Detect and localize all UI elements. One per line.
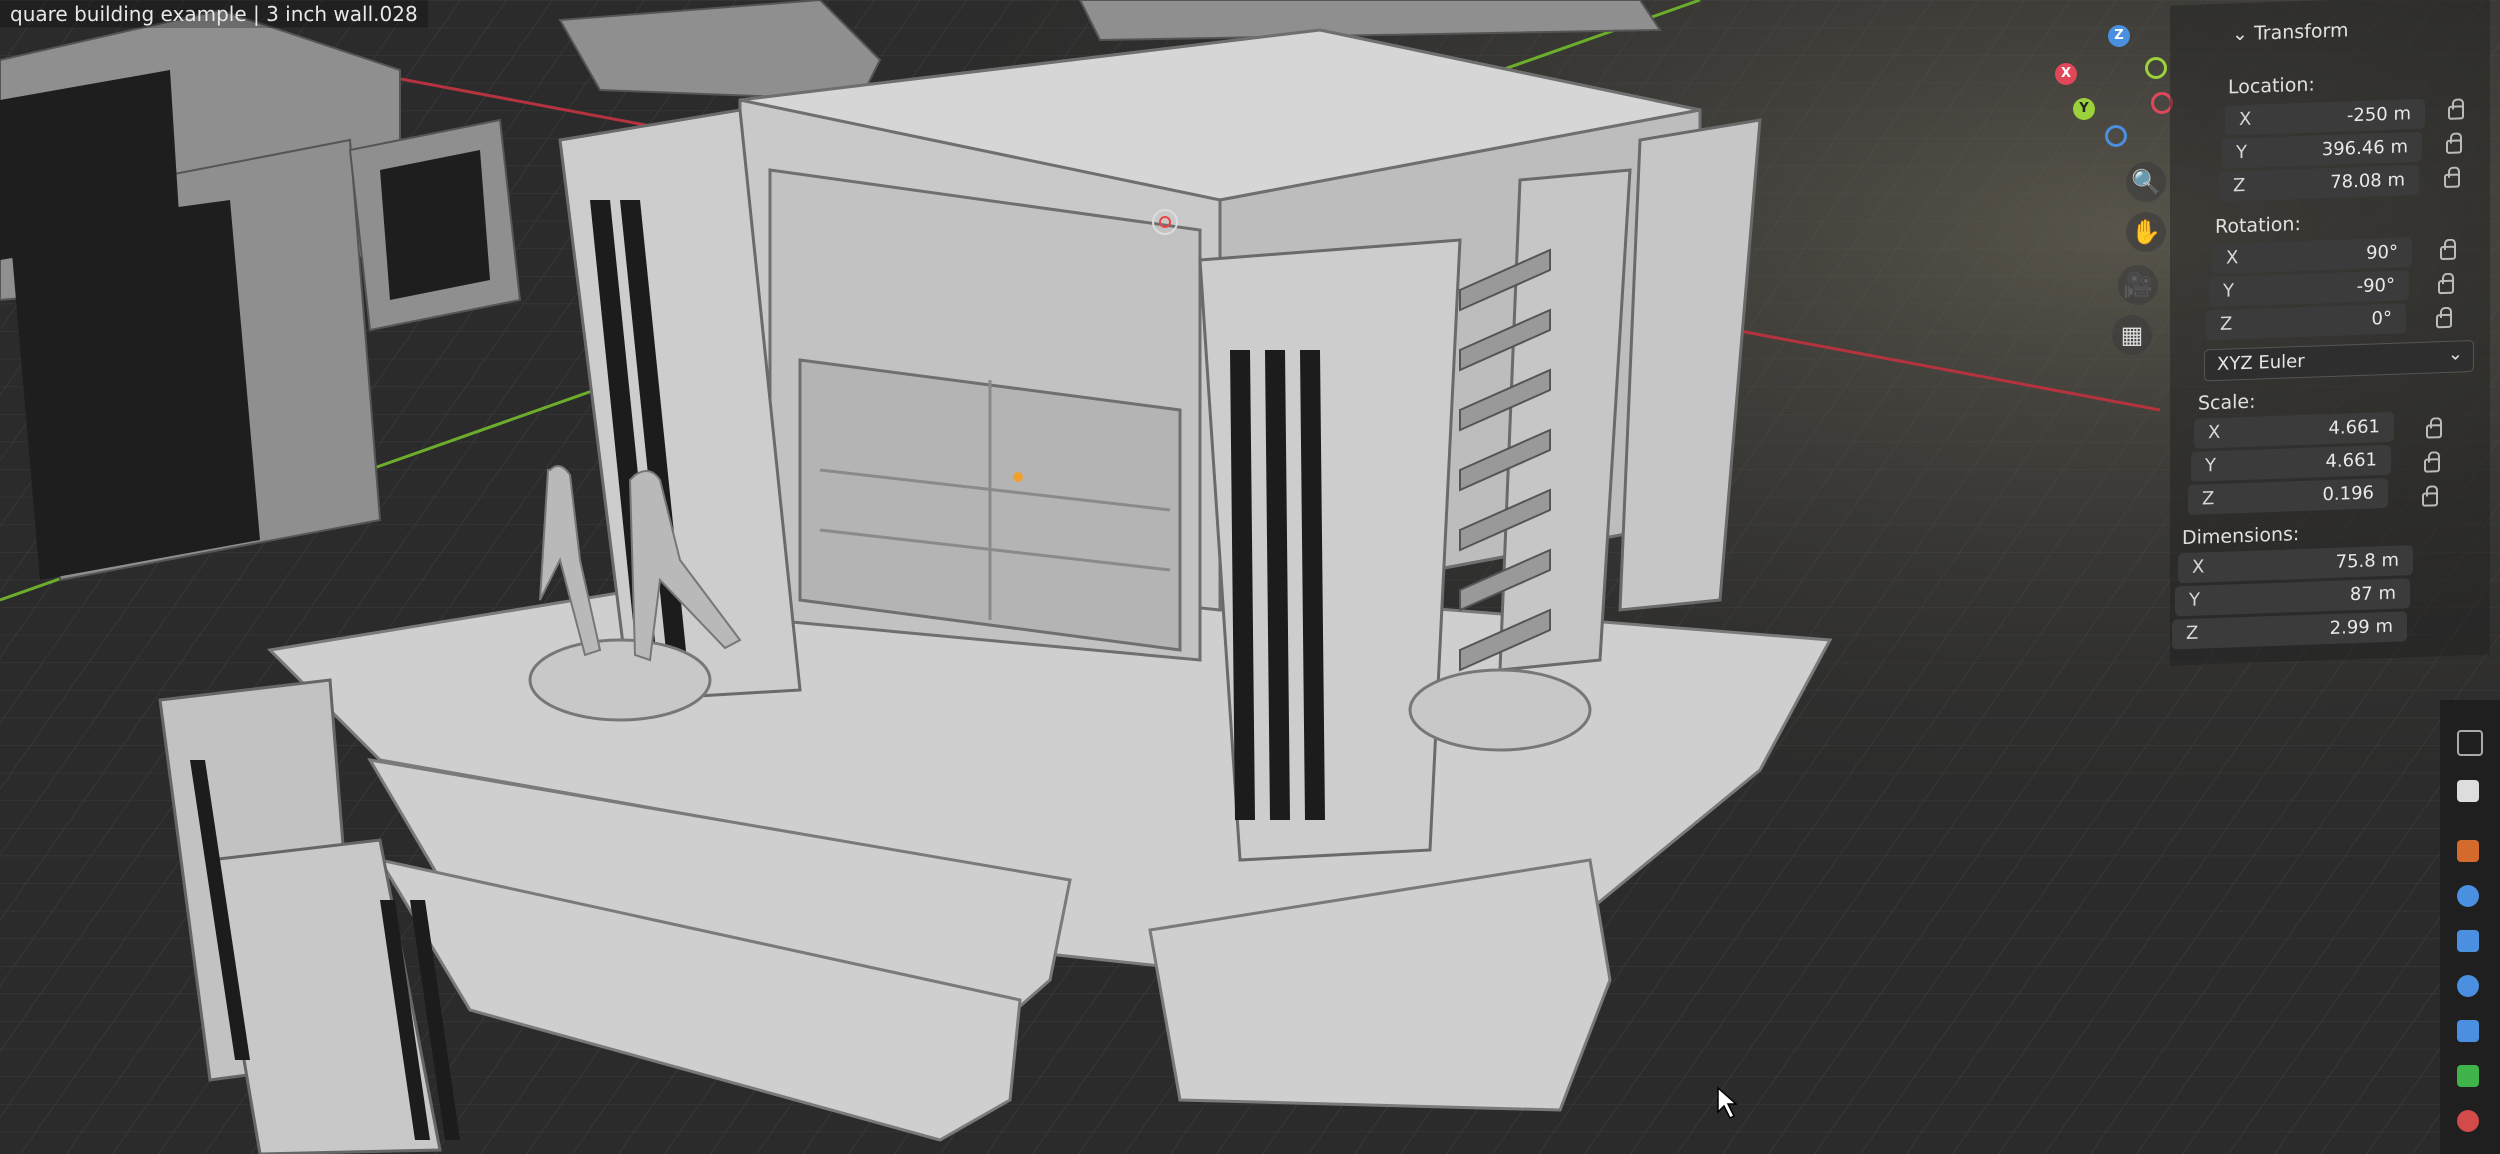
grid-view-icon[interactable]: ▦ [2112, 315, 2152, 355]
zoom-icon[interactable]: 🔍 [2126, 162, 2166, 202]
gizmo-z-axis[interactable]: Z [2108, 25, 2130, 47]
scale-label: Scale: [2198, 390, 2256, 415]
viewport-scene [0, 0, 2500, 1154]
object-icon[interactable] [2457, 840, 2479, 862]
physics-icon[interactable] [2457, 975, 2479, 997]
particles-icon[interactable] [2457, 930, 2479, 952]
rotation-mode-dropdown[interactable]: XYZ Euler ⌄ [2204, 339, 2474, 382]
rotation-x-field[interactable]: X 90° [2212, 237, 2412, 275]
lock-icon[interactable] [2426, 424, 2442, 439]
3d-viewport[interactable]: quare building example | 3 inch wall.028… [0, 0, 2500, 1154]
gizmo-x-axis[interactable]: X [2055, 63, 2077, 85]
lock-icon[interactable] [2438, 279, 2454, 295]
lock-icon[interactable] [2446, 139, 2462, 154]
lock-icon[interactable] [2448, 105, 2464, 120]
transform-header[interactable]: ⌄ Transform [2232, 19, 2348, 45]
location-z-field[interactable]: Z 78.08 m [2219, 164, 2419, 202]
lock-icon[interactable] [2436, 313, 2452, 329]
constraints-icon[interactable] [2457, 1020, 2479, 1042]
dimensions-z-field[interactable]: Z 2.99 m [2172, 611, 2407, 650]
scale-x-field[interactable]: X 4.661 [2194, 411, 2394, 449]
viewport-object-title: quare building example | 3 inch wall.028 [0, 0, 428, 28]
hand-pan-icon[interactable]: ✋ [2126, 212, 2166, 252]
transform-panel: ⌄ Transform Location: X -250 m Y 396.46 m … [2170, 0, 2490, 666]
material-icon[interactable] [2457, 1110, 2479, 1132]
rotation-y-field[interactable]: Y -90° [2209, 270, 2409, 308]
gizmo-neg-z-axis[interactable] [2105, 125, 2127, 147]
properties-tab-bar [2440, 700, 2500, 1154]
rotation-z-field[interactable]: Z 0° [2206, 303, 2406, 341]
lock-icon[interactable] [2424, 458, 2440, 473]
chevron-down-icon: ⌄ [2447, 343, 2463, 365]
lock-icon[interactable] [2444, 173, 2460, 189]
camera-icon[interactable]: 🎥 [2118, 265, 2158, 305]
dimensions-y-field[interactable]: Y 87 m [2175, 578, 2410, 617]
gizmo-neg-y-axis[interactable] [2145, 57, 2167, 79]
rotation-label: Rotation: [2215, 213, 2301, 239]
render-icon[interactable] [2457, 780, 2479, 802]
location-x-field[interactable]: X -250 m [2225, 98, 2425, 136]
modifier-wrench-icon[interactable] [2457, 885, 2479, 907]
navigation-gizmo[interactable]: Z X Y [2045, 25, 2180, 155]
tool-icon[interactable] [2457, 730, 2483, 756]
lock-icon[interactable] [2422, 492, 2438, 507]
dimensions-x-field[interactable]: X 75.8 m [2178, 545, 2413, 584]
scale-y-field[interactable]: Y 4.661 [2191, 444, 2391, 482]
scale-z-field[interactable]: Z 0.196 [2188, 477, 2388, 515]
location-label: Location: [2228, 73, 2315, 99]
location-y-field[interactable]: Y 396.46 m [2222, 131, 2422, 169]
chevron-down-icon: ⌄ [2232, 22, 2248, 46]
data-icon[interactable] [2457, 1065, 2479, 1087]
lock-icon[interactable] [2440, 245, 2456, 261]
gizmo-y-axis[interactable]: Y [2073, 98, 2095, 120]
dimensions-label: Dimensions: [2182, 523, 2300, 550]
